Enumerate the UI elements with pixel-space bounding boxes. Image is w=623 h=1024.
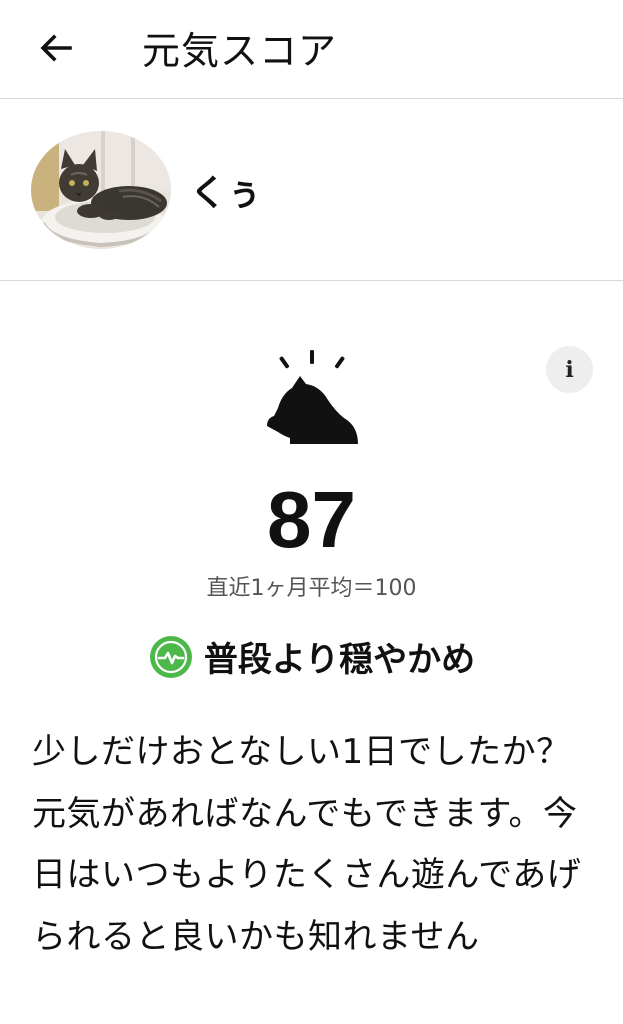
info-button[interactable]: i	[546, 346, 593, 393]
score-average: 直近1ヶ月平均＝100	[206, 576, 417, 601]
cat-silhouette-icon	[267, 350, 358, 444]
cat-photo	[31, 131, 171, 249]
arrow-left-icon	[40, 34, 72, 62]
status-row: 普段より穏やかめ	[0, 632, 623, 681]
pet-row[interactable]: くぅ	[0, 100, 623, 281]
info-icon: i	[565, 356, 574, 383]
pet-avatar	[31, 131, 171, 249]
pet-name: くぅ	[190, 173, 263, 214]
advice-message: 少しだけおとなしい1日でしたか？ 元気があればなんでもできます。今日はいつもより…	[32, 732, 582, 957]
status-label: 普段より穏やかめ	[203, 640, 476, 680]
screen: 元気スコア くぅ i 87 直近1ヶ月平均＝100 普段より穏やかめ 少しだけお…	[0, 0, 623, 1024]
back-button[interactable]	[30, 22, 82, 74]
score-value: 87	[267, 475, 356, 564]
app-header: 元気スコア	[0, 0, 623, 99]
score-illustration	[262, 346, 362, 448]
page-title: 元気スコア	[142, 29, 338, 73]
pulse-icon	[149, 635, 192, 678]
